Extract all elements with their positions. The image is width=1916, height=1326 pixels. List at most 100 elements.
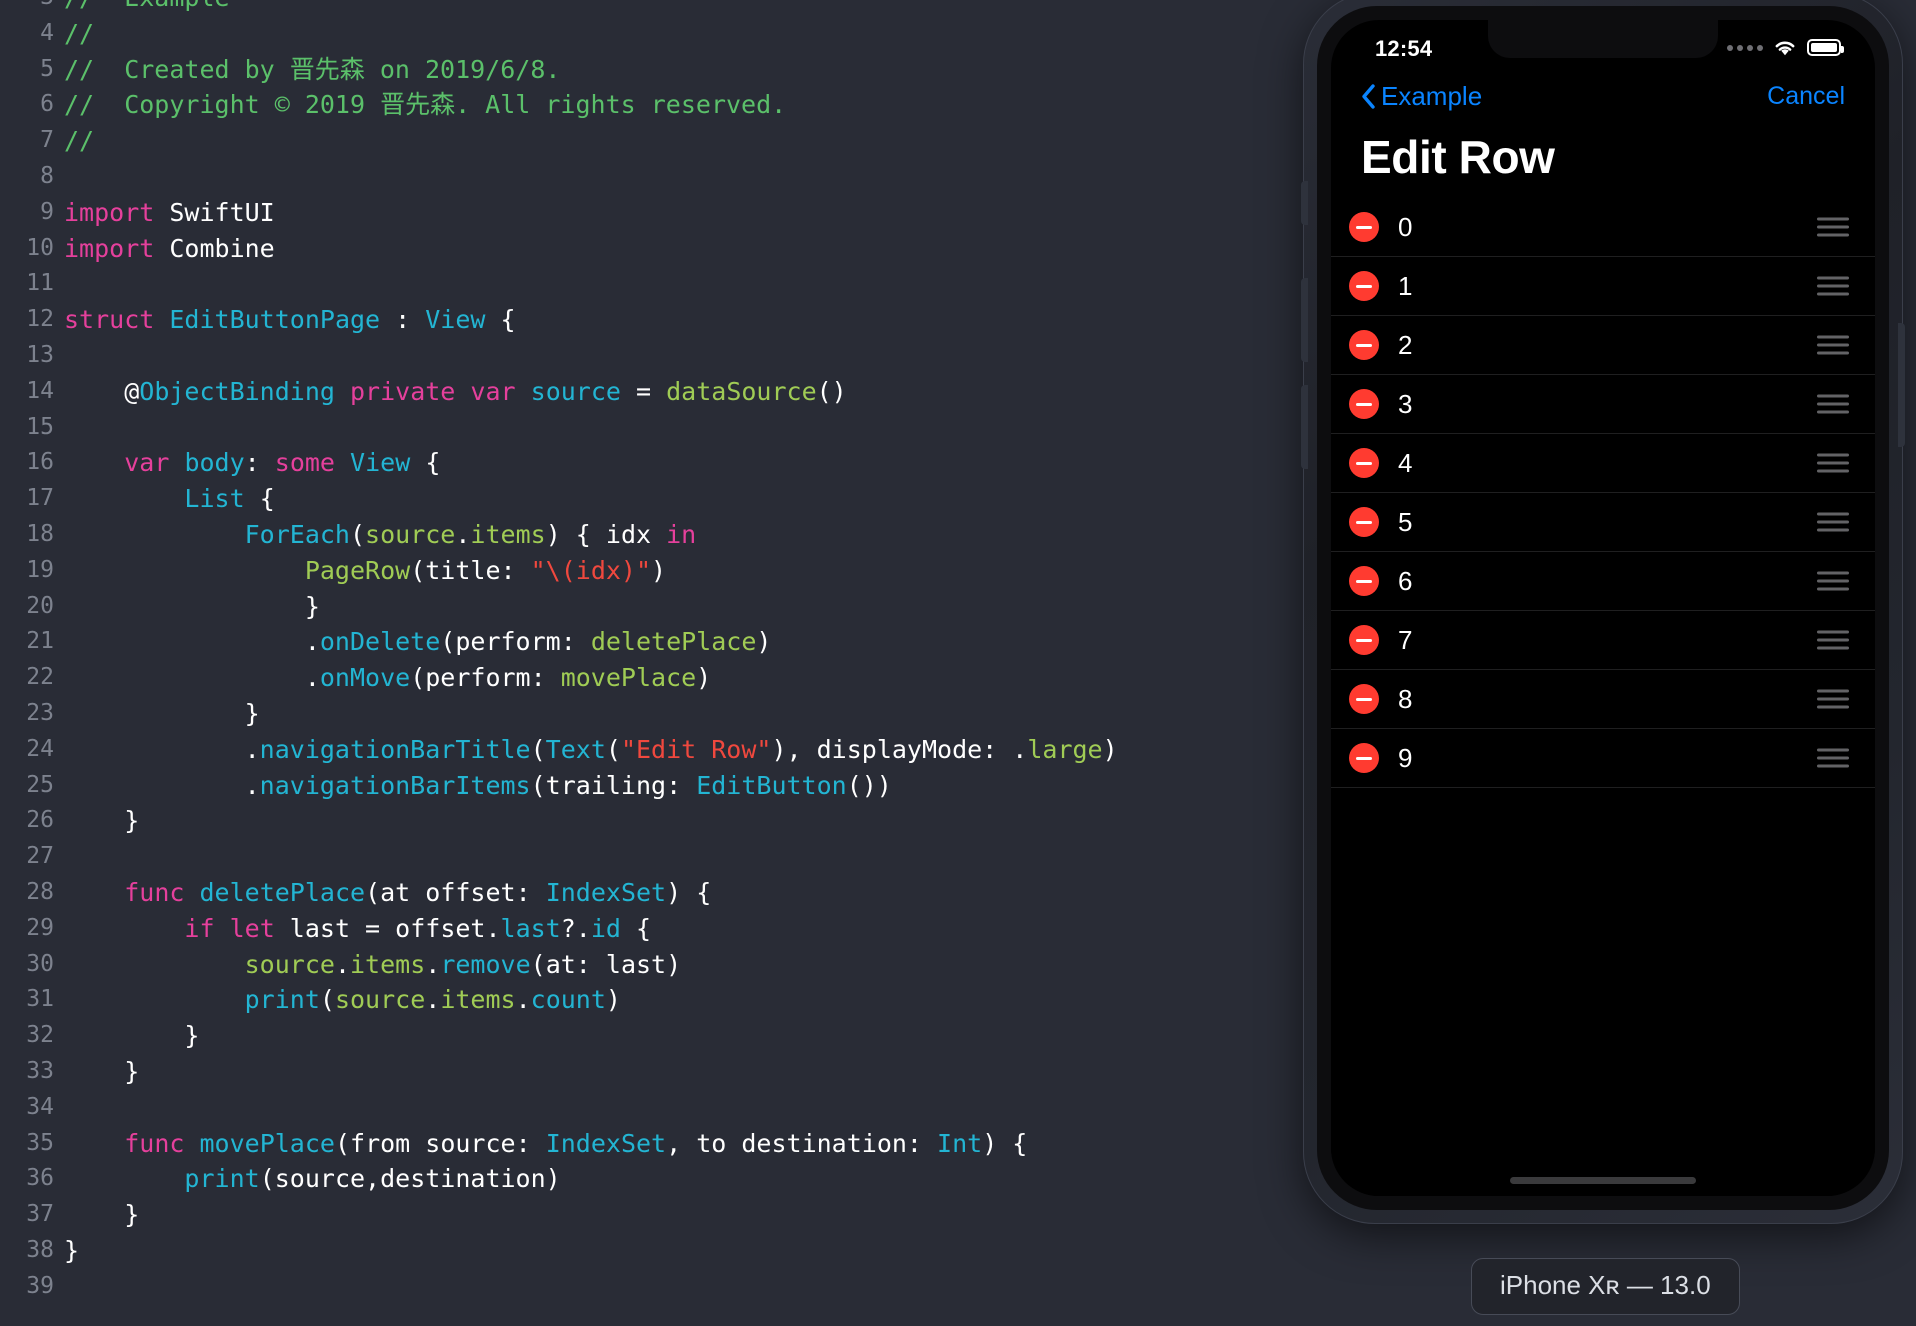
line-number: 35 <box>26 1129 54 1156</box>
reorder-handle-icon[interactable] <box>1817 512 1849 532</box>
list-row-label: 1 <box>1398 270 1413 301</box>
line-number: 23 <box>26 699 54 726</box>
line-number: 4 <box>40 19 54 46</box>
line-number: 26 <box>26 807 54 834</box>
line-number: 27 <box>26 843 54 870</box>
chevron-left-icon <box>1362 84 1375 109</box>
code-line-text: PageRow(title: "\(idx)") <box>304 555 667 585</box>
minus-circle-icon[interactable] <box>1349 625 1379 655</box>
list-row-label: 9 <box>1398 742 1413 773</box>
status-bar: 12:54 <box>1331 20 1875 76</box>
volume-down-button[interactable] <box>1301 385 1308 469</box>
line-number: 38 <box>26 1236 54 1263</box>
line-number: 25 <box>26 771 54 798</box>
line-number: 24 <box>26 735 54 762</box>
list-row[interactable]: 3 <box>1331 375 1875 434</box>
ios-simulator-window[interactable]: 12:54 Example Cancel Edit Row 0 1 2 3 4 … <box>1301 0 1905 1224</box>
reorder-handle-icon[interactable] <box>1817 335 1849 355</box>
list-row[interactable]: 5 <box>1331 493 1875 552</box>
line-number: 22 <box>26 664 54 691</box>
list-row[interactable]: 0 <box>1331 198 1875 257</box>
line-number: 19 <box>26 556 54 583</box>
editable-list[interactable]: 0 1 2 3 4 5 6 7 8 9 <box>1331 198 1875 788</box>
code-line-text: import Combine <box>64 233 275 263</box>
list-row[interactable]: 1 <box>1331 257 1875 316</box>
list-row[interactable]: 6 <box>1331 552 1875 611</box>
minus-circle-icon[interactable] <box>1349 330 1379 360</box>
minus-circle-icon[interactable] <box>1349 271 1379 301</box>
code-line-text: func deletePlace(at offset: IndexSet) { <box>124 877 712 907</box>
minus-circle-icon[interactable] <box>1349 389 1379 419</box>
cancel-button[interactable]: Cancel <box>1767 82 1845 111</box>
code-line-text: print(source.items.count) <box>244 985 621 1015</box>
line-number: 21 <box>26 628 54 655</box>
code-line-text: } <box>64 1235 80 1265</box>
status-bar-clock: 12:54 <box>1375 36 1433 61</box>
code-line-text: import SwiftUI <box>64 197 275 227</box>
code-line-text: // <box>64 18 95 48</box>
line-number: 12 <box>26 306 54 333</box>
line-number: 37 <box>26 1201 54 1228</box>
line-number: 10 <box>26 234 54 261</box>
list-row-label: 0 <box>1398 211 1413 242</box>
code-line-text: } <box>64 1200 140 1230</box>
code-line-text: print(source,destination) <box>184 1164 561 1194</box>
line-number: 3 <box>0 0 64 16</box>
battery-full-icon <box>1807 39 1844 56</box>
reorder-handle-icon[interactable] <box>1817 394 1849 414</box>
list-row[interactable]: 8 <box>1331 670 1875 729</box>
line-number: 5 <box>40 55 54 82</box>
line-number: 9 <box>40 198 54 225</box>
line-number: 14 <box>26 377 54 404</box>
line-number: 20 <box>26 592 54 619</box>
line-number: 30 <box>26 950 54 977</box>
line-number: 18 <box>26 520 54 547</box>
home-indicator[interactable] <box>1510 1177 1696 1184</box>
code-line-text: source.items.remove(at: last) <box>244 949 682 979</box>
back-button[interactable]: Example <box>1361 81 1482 112</box>
line-number: 34 <box>26 1093 54 1120</box>
minus-circle-icon[interactable] <box>1349 507 1379 537</box>
volume-up-button[interactable] <box>1301 278 1308 362</box>
line-number: 15 <box>26 413 54 440</box>
code-line-text: // Example <box>64 0 230 16</box>
list-row[interactable]: 7 <box>1331 611 1875 670</box>
device-screen[interactable]: 12:54 Example Cancel Edit Row 0 1 2 3 4 … <box>1331 20 1875 1196</box>
code-line-text: } <box>64 1056 140 1086</box>
code-line-text: } <box>64 806 140 836</box>
list-row-label: 7 <box>1398 624 1413 655</box>
reorder-handle-icon[interactable] <box>1817 630 1849 650</box>
minus-circle-icon[interactable] <box>1349 212 1379 242</box>
code-line-text: } <box>64 1021 200 1051</box>
code-line-text: .navigationBarTitle(Text("Edit Row"), di… <box>64 734 1118 764</box>
list-row-label: 2 <box>1398 329 1413 360</box>
list-row[interactable]: 9 <box>1331 729 1875 788</box>
reorder-handle-icon[interactable] <box>1817 453 1849 473</box>
minus-circle-icon[interactable] <box>1349 684 1379 714</box>
reorder-handle-icon[interactable] <box>1817 276 1849 296</box>
line-number: 13 <box>26 341 54 368</box>
code-line-text: .onMove(perform: movePlace) <box>64 663 712 693</box>
reorder-handle-icon[interactable] <box>1817 571 1849 591</box>
code-line-text: } <box>64 698 260 728</box>
minus-circle-icon[interactable] <box>1349 743 1379 773</box>
back-button-label: Example <box>1381 81 1483 111</box>
code-line-text: .onDelete(perform: deletePlace) <box>64 627 772 657</box>
line-number: 29 <box>26 914 54 941</box>
minus-circle-icon[interactable] <box>1349 448 1379 478</box>
minus-circle-icon[interactable] <box>1349 566 1379 596</box>
list-row-label: 3 <box>1398 388 1413 419</box>
navigation-bar: Example Cancel <box>1331 76 1875 130</box>
power-button[interactable] <box>1898 323 1905 447</box>
reorder-handle-icon[interactable] <box>1817 217 1849 237</box>
code-line-text: } <box>64 591 320 621</box>
list-row[interactable]: 2 <box>1331 316 1875 375</box>
reorder-handle-icon[interactable] <box>1817 748 1849 768</box>
reorder-handle-icon[interactable] <box>1817 689 1849 709</box>
status-bar-indicators <box>1727 38 1844 57</box>
code-line-text: @ObjectBinding private var source = data… <box>64 376 847 406</box>
silent-switch-button[interactable] <box>1301 181 1308 225</box>
list-row-label: 4 <box>1398 447 1413 478</box>
list-row-label: 8 <box>1398 683 1413 714</box>
list-row[interactable]: 4 <box>1331 434 1875 493</box>
